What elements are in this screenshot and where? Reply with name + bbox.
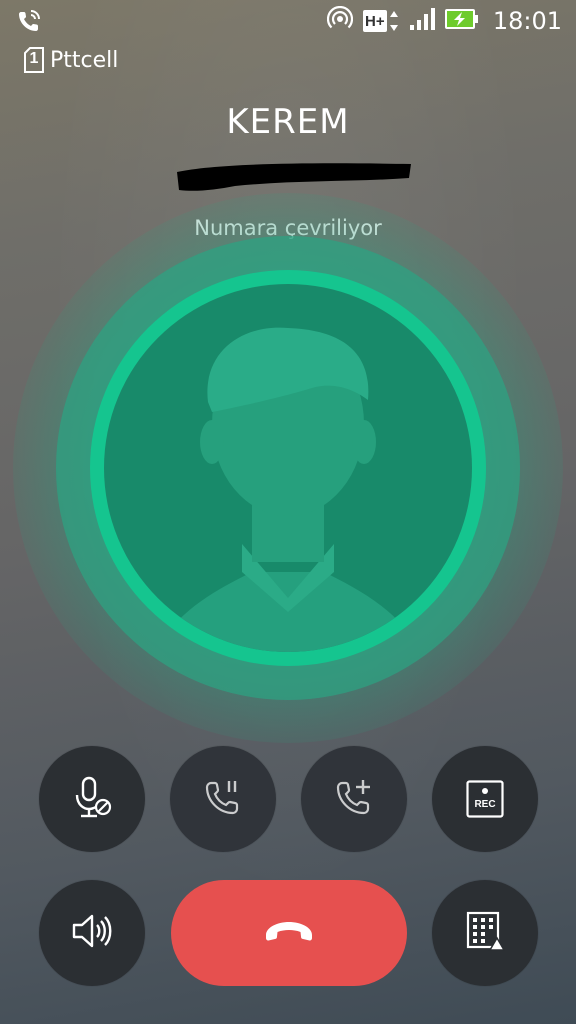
hold-button[interactable]	[170, 746, 276, 852]
phone-hold-icon	[203, 777, 243, 821]
speaker-icon	[70, 911, 114, 955]
battery-charging-icon	[444, 8, 479, 34]
network-type: H+	[362, 10, 387, 32]
speaker-button[interactable]	[39, 880, 145, 986]
keypad-button[interactable]	[432, 880, 538, 986]
hang-up-icon	[262, 919, 316, 947]
network-hplus-icon: H+	[362, 10, 399, 32]
wifi-calling-icon	[16, 8, 42, 34]
redacted-phone-number	[175, 158, 413, 194]
rec-icon: REC	[466, 780, 504, 818]
clock: 18:01	[492, 7, 562, 35]
rec-label: REC	[474, 799, 496, 810]
record-button[interactable]: REC	[432, 746, 538, 852]
signal-icon	[409, 7, 435, 35]
end-call-button[interactable]	[171, 880, 407, 986]
phone-add-icon	[334, 777, 374, 821]
dialpad-icon	[465, 911, 506, 955]
sim-slot-icon: 1	[24, 47, 44, 73]
carrier-name: Pttcell	[50, 47, 119, 73]
sim-slot-number: 1	[29, 50, 39, 67]
hotspot-icon	[326, 5, 353, 36]
caller-name: KEREM	[226, 102, 350, 142]
add-call-button[interactable]	[301, 746, 407, 852]
mute-button[interactable]	[39, 746, 145, 852]
carrier-label: 1 Pttcell	[24, 46, 118, 74]
microphone-mute-icon	[72, 775, 112, 823]
caller-avatar	[12, 192, 564, 744]
status-bar: H+ 18:01	[0, 0, 576, 42]
